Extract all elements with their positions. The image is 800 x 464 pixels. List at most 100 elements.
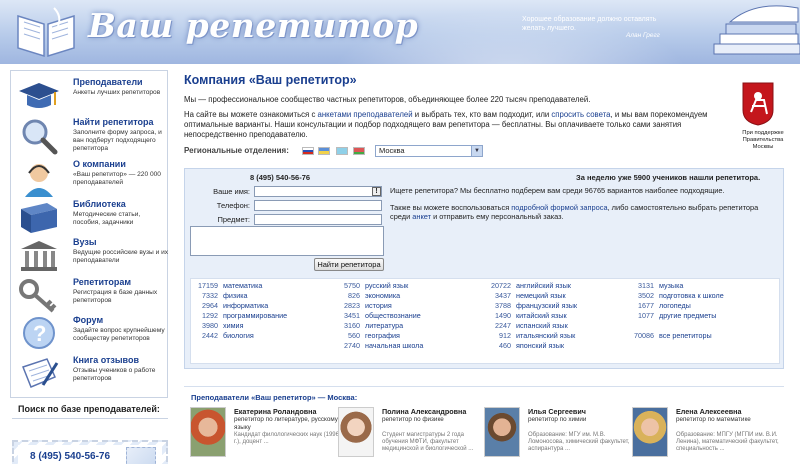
sidebar-item-forum[interactable]: ? Форум Задайте вопрос крупнейшему сообщ… [17,315,167,355]
find-tutor-button[interactable]: Найти репетитора [314,258,384,271]
subject-count: 826 [348,291,360,300]
sidebar-item-label[interactable]: О компании [73,159,126,169]
subject-link[interactable]: музыка [659,281,683,291]
sidebar-item-about[interactable]: О компании «Ваш репетитор» — 220 000 пре… [17,159,167,199]
subject-link[interactable]: китайский язык [516,311,567,321]
sidebar-item-for-tutors[interactable]: Репетиторам Регистрация в базе данных ре… [17,277,167,317]
subject-link[interactable]: литература [365,321,403,331]
sidebar-item-universities[interactable]: Вузы Ведущие российские вузы и их препод… [17,237,168,277]
sidebar-item-label[interactable]: Библиотека [73,199,126,209]
subject-link[interactable]: логопеды [659,301,691,311]
subject-row[interactable]: 826 экономика [332,291,480,301]
teacher-card[interactable]: Екатерина Роландовна репетитор по литера… [190,405,340,464]
subject-link[interactable]: математика [223,281,262,291]
subject-row[interactable]: 2823 история [332,301,480,311]
sidebar-item-reviews[interactable]: Книга отзывов Отзывы учеников о работе р… [17,355,167,395]
subject-row[interactable]: 3437 немецкий язык [483,291,633,301]
subject-row[interactable]: 1490 китайский язык [483,311,633,321]
teacher-name[interactable]: Елена Алексеевна [676,407,742,416]
flag-belarus-icon[interactable] [353,147,365,155]
subject-link[interactable]: история [365,301,392,311]
subject-link[interactable]: испанский язык [516,321,568,331]
chevron-down-icon[interactable]: ▼ [471,146,482,156]
subject-link[interactable]: английский язык [516,281,571,291]
subject-link[interactable]: экономика [365,291,400,301]
detailed-form-link[interactable]: подробной формой запроса [511,203,607,212]
subject-link[interactable]: русский язык [365,281,408,291]
sidebar-item-library[interactable]: Библиотека Методические статьи, пособия,… [17,199,167,239]
subject-link[interactable]: биология [223,331,254,341]
name-input[interactable] [254,186,382,197]
sidebar-item-label[interactable]: Книга отзывов [73,355,139,365]
phone-input[interactable] [254,200,382,211]
site-logo-text[interactable]: Ваш репетитор [88,6,418,45]
subject-row[interactable]: 3788 французский язык [483,301,633,311]
subject-link[interactable]: другие предметы [659,311,716,321]
sidebar-item-label[interactable]: Вузы [73,237,97,247]
subject-row[interactable]: 7332 физика [190,291,330,301]
subject-row[interactable]: 3451 обществознание [332,311,480,321]
teacher-info: Кандидат филологических наук (1996 г.), … [234,432,339,445]
tutor-profiles-link[interactable]: анкетами преподавателей [318,110,413,119]
subject-link[interactable]: итальянский язык [516,331,575,341]
teacher-photo[interactable] [484,407,520,457]
message-textarea[interactable] [190,226,384,256]
subject-link[interactable]: начальная школа [365,341,423,351]
subject-row[interactable]: 3131 музыка [626,281,776,291]
subject-count: 7332 [202,291,218,300]
subject-link[interactable]: география [365,331,400,341]
subject-row[interactable]: 17159 математика [190,281,330,291]
subject-row[interactable]: 2740 начальная школа [332,341,480,351]
teacher-name[interactable]: Полина Александровна [382,407,466,416]
teacher-card[interactable]: Елена Алексеевна репетитор по математике… [632,405,782,464]
subject-row[interactable]: 3502 подготовка к школе [626,291,776,301]
teacher-name[interactable]: Екатерина Роландовна [234,407,317,416]
subject-row[interactable]: 560 география [332,331,480,341]
subject-link[interactable]: японский язык [516,341,564,351]
sidebar-item-teachers[interactable]: Преподаватели Анкеты лучших репетиторов [17,77,167,117]
teacher-card[interactable]: Полина Александровна репетитор по физике… [338,405,488,464]
teacher-photo[interactable] [190,407,226,457]
teacher-photo[interactable] [338,407,374,457]
subject-row[interactable]: 2964 информатика [190,301,330,311]
subject-link[interactable]: информатика [223,301,268,311]
sidebar-item-label[interactable]: Преподаватели [73,77,143,87]
subject-row[interactable]: 5750 русский язык [332,281,480,291]
sidebar-item-label[interactable]: Найти репетитора [73,117,154,127]
subject-row[interactable]: 70086 все репетиторы [626,331,776,341]
subject-row[interactable]: 3980 химия [190,321,330,331]
subject-link[interactable]: физика [223,291,248,301]
subject-row[interactable]: 460 японский язык [483,341,633,351]
subject-link[interactable]: все репетиторы [659,331,712,341]
city-select[interactable]: Москва ▼ [375,145,483,157]
subject-row[interactable]: 912 итальянский язык [483,331,633,341]
subject-link[interactable]: немецкий язык [516,291,566,301]
flag-ukraine-icon[interactable] [318,147,330,155]
sidebar-item-label[interactable]: Форум [73,315,103,325]
subject-link[interactable]: программирование [223,311,287,321]
subject-link[interactable]: французский язык [516,301,577,311]
teacher-name[interactable]: Илья Сергеевич [528,407,586,416]
subject-row[interactable]: 20722 английский язык [483,281,633,291]
open-book-icon[interactable] [14,6,78,58]
teacher-card[interactable]: Илья Сергеевич репетитор по химии Образо… [484,405,634,464]
subject-row[interactable]: 1077 другие предметы [626,311,776,321]
subject-row[interactable]: 2247 испанский язык [483,321,633,331]
subject-link[interactable]: химия [223,321,243,331]
subject-link[interactable]: обществознание [365,311,421,321]
subject-count: 3980 [202,321,218,330]
subject-row[interactable]: 3160 литература [332,321,480,331]
subject-input[interactable] [254,214,382,225]
sidebar-item-label[interactable]: Репетиторам [73,277,131,287]
teacher-photo[interactable] [632,407,668,457]
subject-row[interactable]: 1292 программирование [190,311,330,321]
flag-russia-icon[interactable] [302,147,314,155]
flag-kazakhstan-icon[interactable] [336,147,348,155]
ask-advice-link[interactable]: спросить совета [551,110,610,119]
sidebar-item-find-tutor[interactable]: Найти репетитора Заполните форму запроса… [17,117,167,157]
subject-link[interactable]: подготовка к школе [659,291,724,301]
profiles-link[interactable]: анкет [412,212,431,221]
subject-row[interactable]: 2442 биология [190,331,330,341]
subject-row[interactable]: 1677 логопеды [626,301,776,311]
books-icon [713,5,800,55]
